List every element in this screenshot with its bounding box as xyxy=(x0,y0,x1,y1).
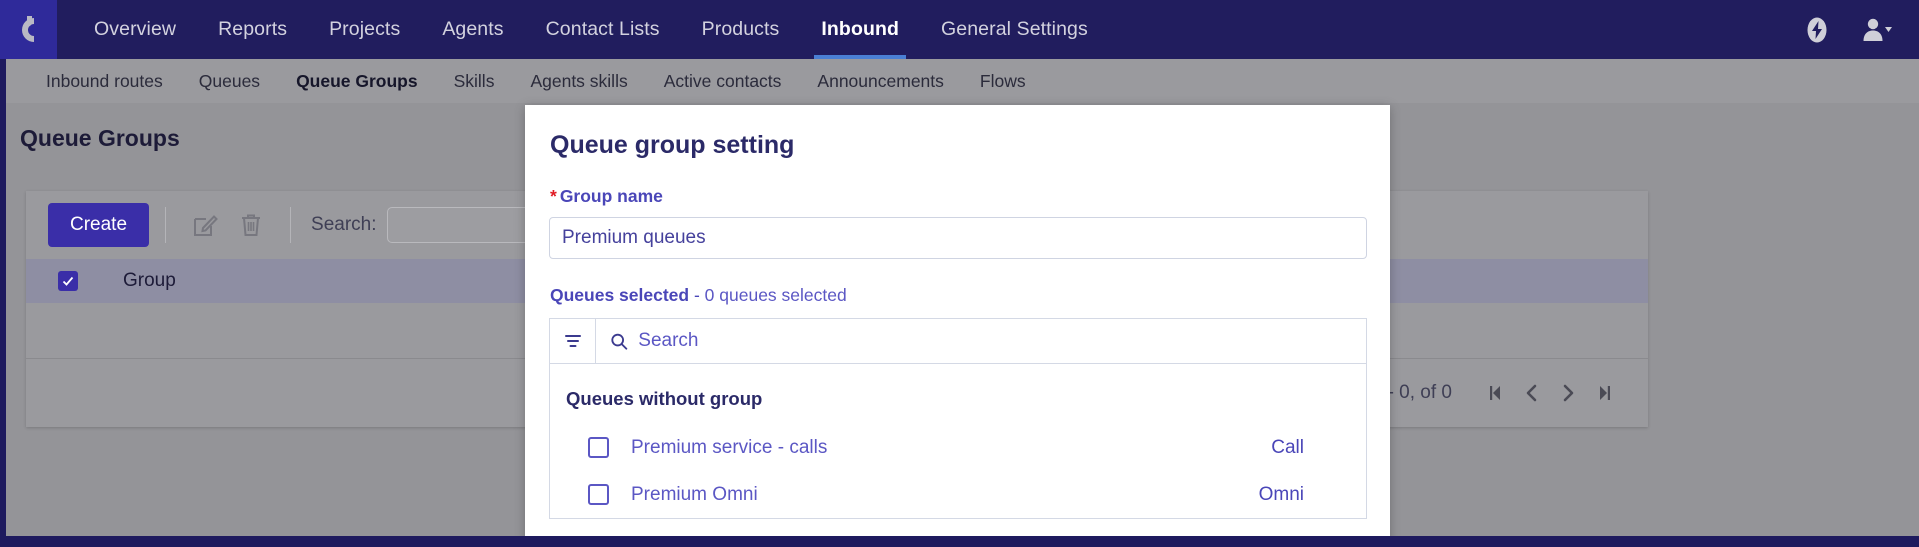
subnav-item-queue-groups[interactable]: Queue Groups xyxy=(278,71,436,92)
group-name-label-text: Group name xyxy=(559,186,663,206)
top-nav-items: Overview Reports Projects Agents Contact… xyxy=(57,0,1109,59)
nav-label: Inbound xyxy=(821,18,899,40)
nav-item-general-settings[interactable]: General Settings xyxy=(920,0,1109,59)
subnav-label: Inbound routes xyxy=(46,70,163,91)
window-left-border xyxy=(0,59,6,547)
queue-list-item[interactable]: Premium Omni Omni xyxy=(550,471,1366,518)
queues-selected-count: 0 queues selected xyxy=(704,285,847,305)
subnav-label: Queues xyxy=(198,70,261,91)
nav-label: Agents xyxy=(442,18,504,40)
queue-type: Omni xyxy=(1258,483,1304,505)
window-bottom-border xyxy=(0,536,1919,547)
toolbar-divider xyxy=(165,207,167,243)
nav-item-reports[interactable]: Reports xyxy=(197,0,308,59)
top-navigation-bar: Overview Reports Projects Agents Contact… xyxy=(0,0,1919,59)
group-name-label: * Group name xyxy=(550,186,1366,207)
nav-item-products[interactable]: Products xyxy=(681,0,801,59)
edit-pencil-icon[interactable] xyxy=(188,208,222,242)
queue-list-item[interactable]: Premium service - calls Call xyxy=(550,424,1366,471)
subnav-label: Active contacts xyxy=(663,70,782,91)
queue-picker: Queues without group Premium service - c… xyxy=(549,318,1367,519)
subnav-item-inbound-routes[interactable]: Inbound routes xyxy=(28,71,181,92)
column-header-group: Group xyxy=(123,270,176,291)
app-root: Overview Reports Projects Agents Contact… xyxy=(0,0,1919,547)
search-label: Search: xyxy=(311,214,377,235)
nav-label: Contact Lists xyxy=(545,18,660,40)
subnav-item-announcements[interactable]: Announcements xyxy=(799,71,961,92)
subnav-item-active-contacts[interactable]: Active contacts xyxy=(646,71,800,92)
nav-label: Reports xyxy=(218,18,288,40)
queues-selected-separator: - xyxy=(689,285,705,305)
subnav-item-agents-skills[interactable]: Agents skills xyxy=(512,71,645,92)
nav-item-inbound[interactable]: Inbound xyxy=(800,0,920,59)
select-all-checkbox[interactable] xyxy=(58,271,78,291)
nav-item-agents[interactable]: Agents xyxy=(421,0,524,59)
queue-picker-search-row xyxy=(550,319,1366,364)
create-button[interactable]: Create xyxy=(48,203,150,247)
dialog-title: Queue group setting xyxy=(550,131,795,159)
page-first-icon[interactable] xyxy=(1478,375,1514,411)
logo-glyph-icon xyxy=(21,15,34,42)
subnav-label: Agents skills xyxy=(530,70,628,91)
subnav-label: Announcements xyxy=(817,70,944,91)
subnav-label: Flows xyxy=(979,70,1026,91)
group-name-input[interactable] xyxy=(549,217,1367,259)
page-title: Queue Groups xyxy=(20,125,180,151)
toolbar-divider xyxy=(290,207,292,243)
subnav-item-queues[interactable]: Queues xyxy=(181,71,278,92)
nav-item-projects[interactable]: Projects xyxy=(308,0,421,59)
queue-name: Premium service - calls xyxy=(631,436,828,458)
page-next-icon[interactable] xyxy=(1550,375,1586,411)
nav-label: Projects xyxy=(329,18,401,40)
queue-picker-list: Queues without group Premium service - c… xyxy=(550,364,1366,518)
sub-navigation-bar: Inbound routes Queues Queue Groups Skill… xyxy=(6,59,1919,103)
queues-selected-summary: Queues selected - 0 queues selected xyxy=(550,285,1366,306)
queue-checkbox[interactable] xyxy=(588,437,609,458)
queue-type: Call xyxy=(1271,436,1304,458)
nav-label: Products xyxy=(701,18,780,40)
queues-selected-label: Queues selected xyxy=(550,285,690,305)
queue-name: Premium Omni xyxy=(631,483,758,505)
required-marker: * xyxy=(550,186,557,206)
queue-search-input[interactable] xyxy=(638,330,1366,352)
nav-label: General Settings xyxy=(941,18,1088,40)
queue-search-field xyxy=(596,319,1366,363)
user-account-icon[interactable] xyxy=(1861,17,1893,43)
subnav-item-skills[interactable]: Skills xyxy=(436,71,513,92)
check-icon xyxy=(62,276,74,286)
bolt-icon[interactable] xyxy=(1803,16,1831,44)
dialog-body: Queue group setting *Group name Queues s… xyxy=(525,105,1390,519)
page-prev-icon[interactable] xyxy=(1514,375,1550,411)
trash-icon[interactable] xyxy=(234,208,268,242)
page-last-icon[interactable] xyxy=(1586,375,1622,411)
subnav-item-flows[interactable]: Flows xyxy=(962,71,1044,92)
subnav-label: Queue Groups xyxy=(296,70,418,91)
search-icon xyxy=(611,333,628,350)
nav-item-overview[interactable]: Overview xyxy=(73,0,197,59)
subnav-label: Skills xyxy=(453,70,495,91)
queue-group-heading: Queues without group xyxy=(566,388,763,409)
nav-item-contact-lists[interactable]: Contact Lists xyxy=(525,0,681,59)
queue-checkbox[interactable] xyxy=(588,484,609,505)
nav-label: Overview xyxy=(94,18,177,40)
top-nav-right-actions xyxy=(1803,0,1919,59)
queue-group-setting-dialog: Queue group setting *Group name Queues s… xyxy=(525,105,1390,547)
filter-icon[interactable] xyxy=(550,319,596,363)
app-logo[interactable] xyxy=(0,0,57,59)
